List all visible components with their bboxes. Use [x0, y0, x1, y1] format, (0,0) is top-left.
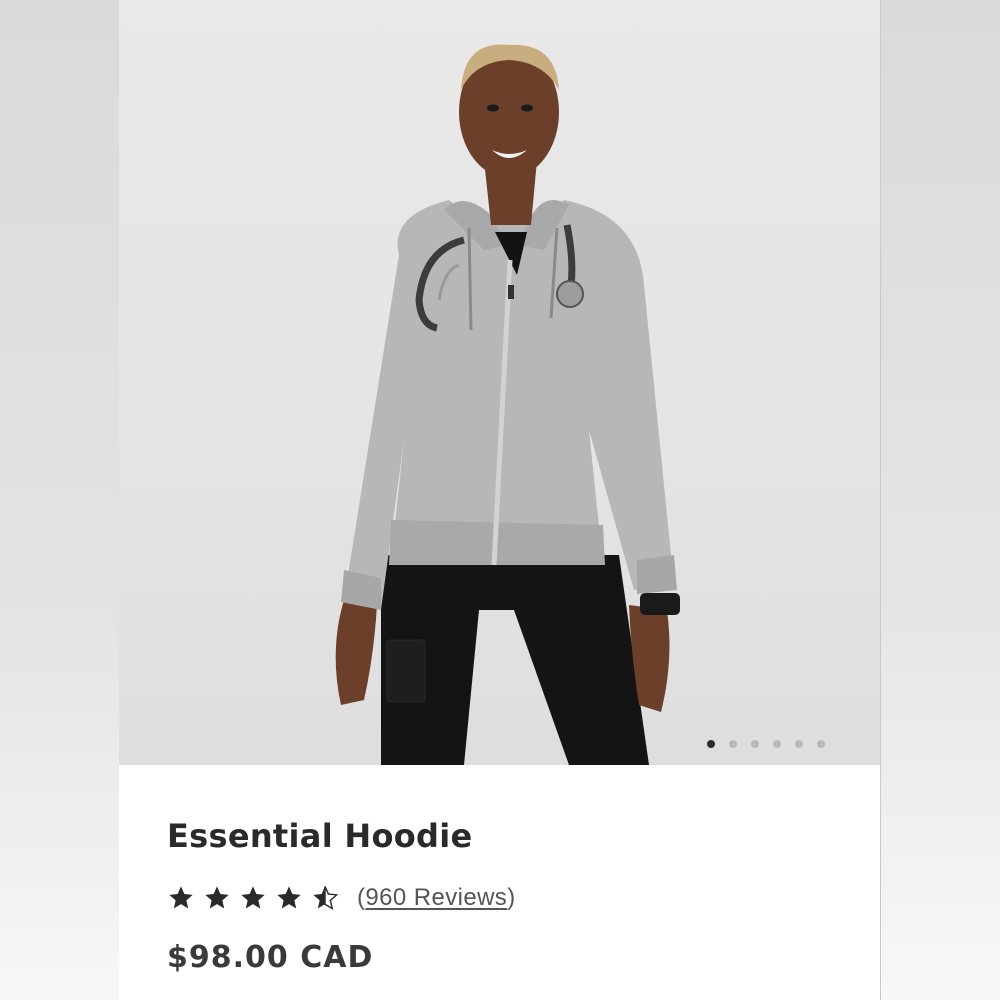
product-price: $98.00 CAD [167, 940, 374, 975]
star-rating [167, 884, 339, 912]
star-icon [277, 886, 301, 909]
half-star-icon [313, 886, 339, 910]
reviews-link[interactable]: 960 Reviews [365, 884, 507, 911]
carousel-dot-3[interactable] [751, 740, 759, 748]
product-title: Essential Hoodie [167, 817, 473, 855]
rating-row: (960 Reviews) [167, 880, 847, 916]
product-image[interactable] [119, 0, 880, 765]
product-card: Essential Hoodie (960 Reviews) $98.00 CA… [119, 0, 880, 1000]
carousel-dot-4[interactable] [773, 740, 781, 748]
carousel-dot-1[interactable] [707, 740, 715, 748]
product-info: Essential Hoodie (960 Reviews) $98.00 CA… [167, 812, 847, 978]
carousel-dot-6[interactable] [817, 740, 825, 748]
star-icon [241, 886, 265, 909]
left-backdrop [0, 0, 119, 1000]
carousel-dot-5[interactable] [795, 740, 803, 748]
right-backdrop [881, 0, 1000, 1000]
carousel-dot-2[interactable] [729, 740, 737, 748]
carousel-dots [707, 740, 825, 748]
reviews-count: (960 Reviews) [357, 884, 516, 912]
reviews-close-paren: ) [507, 884, 516, 911]
star-icon [205, 886, 229, 909]
product-photo [335, 44, 680, 765]
star-icon [169, 886, 193, 909]
